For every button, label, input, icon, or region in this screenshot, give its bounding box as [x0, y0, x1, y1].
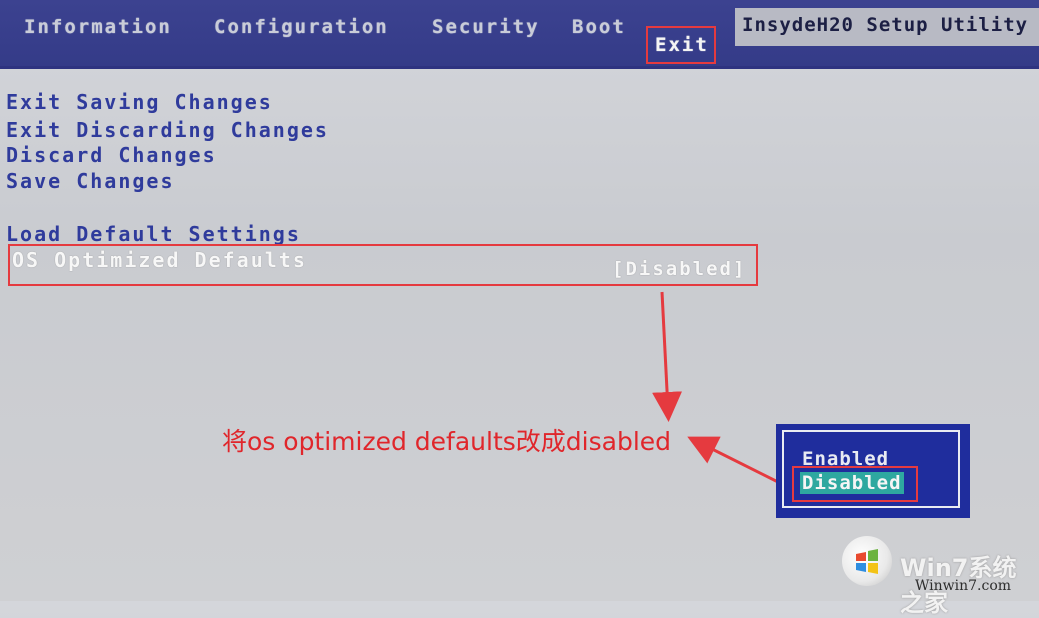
annotation-text: 将os optimized defaults改成disabled: [222, 427, 672, 456]
disabled-option-highlight: [792, 466, 918, 502]
arrow-left-icon: [687, 436, 781, 485]
arrow-down-icon: [652, 291, 683, 422]
windows-logo-icon: [842, 536, 892, 586]
watermark-url: Winwin7.com: [915, 578, 1012, 594]
